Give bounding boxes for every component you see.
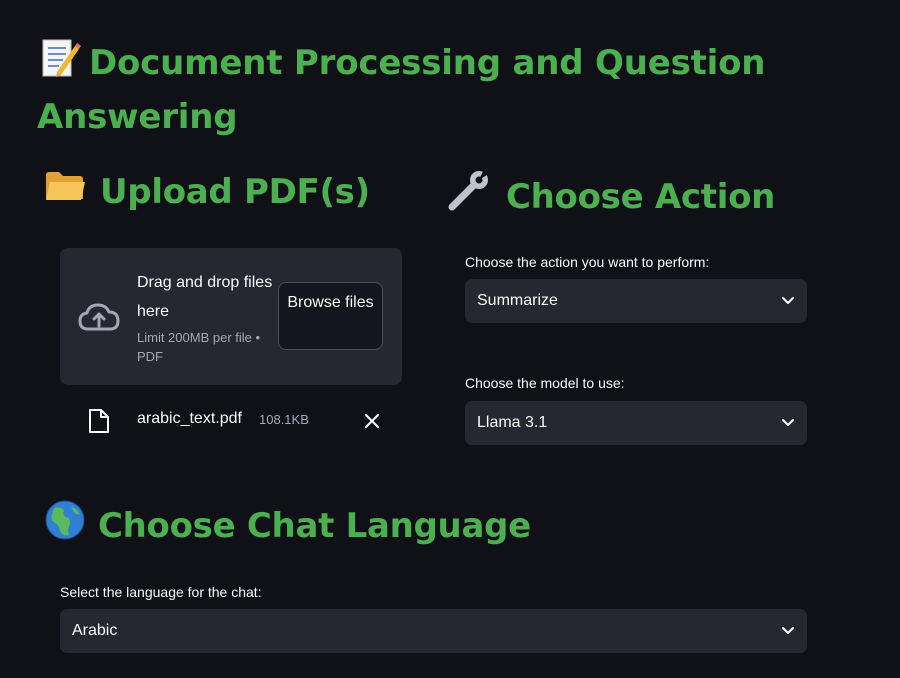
- language-heading: Choose Chat Language: [44, 499, 531, 553]
- upload-heading-text: Upload PDF(s): [100, 172, 370, 212]
- file-name: arabic_text.pdf: [137, 410, 242, 427]
- language-select-label: Select the language for the chat:: [60, 584, 262, 600]
- dropzone-limit: Limit 200MB per file • PDF: [137, 330, 261, 364]
- model-select-value: Llama 3.1: [477, 414, 548, 431]
- file-dropzone[interactable]: Drag and drop files here Limit 200MB per…: [60, 248, 402, 385]
- action-heading-text: Choose Action: [506, 177, 776, 217]
- app-page: Document Processing and Question Answeri…: [0, 0, 900, 678]
- action-select-value: Summarize: [477, 292, 558, 309]
- model-select[interactable]: Llama 3.1: [465, 401, 807, 445]
- page-title: Document Processing and Question Answeri…: [37, 36, 857, 141]
- chevron-down-icon: [782, 627, 794, 634]
- remove-file-button[interactable]: [362, 411, 382, 431]
- page-title-text: Document Processing and Question Answeri…: [37, 43, 766, 137]
- folder-icon: [44, 169, 86, 212]
- uploaded-file-row: arabic_text.pdf 108.1KB: [60, 400, 402, 440]
- wrench-icon: [446, 169, 492, 222]
- action-select[interactable]: Summarize: [465, 279, 807, 323]
- action-heading: Choose Action: [446, 169, 776, 225]
- close-icon: [365, 414, 379, 428]
- upload-heading: Upload PDF(s): [44, 172, 370, 215]
- action-select-label: Choose the action you want to perform:: [465, 254, 710, 270]
- language-heading-text: Choose Chat Language: [98, 506, 531, 546]
- language-select-value: Arabic: [72, 622, 118, 639]
- file-icon: [88, 408, 110, 438]
- browse-files-button[interactable]: Browse files: [278, 282, 383, 350]
- chevron-down-icon: [782, 419, 794, 426]
- cloud-upload-icon: [77, 301, 121, 337]
- file-size: 108.1KB: [259, 412, 309, 427]
- chevron-down-icon: [782, 297, 794, 304]
- model-select-label: Choose the model to use:: [465, 375, 625, 391]
- memo-icon: [37, 36, 81, 93]
- globe-icon: [44, 499, 86, 550]
- language-select[interactable]: Arabic: [60, 609, 807, 653]
- dropzone-instructions: Drag and drop files here: [137, 274, 273, 320]
